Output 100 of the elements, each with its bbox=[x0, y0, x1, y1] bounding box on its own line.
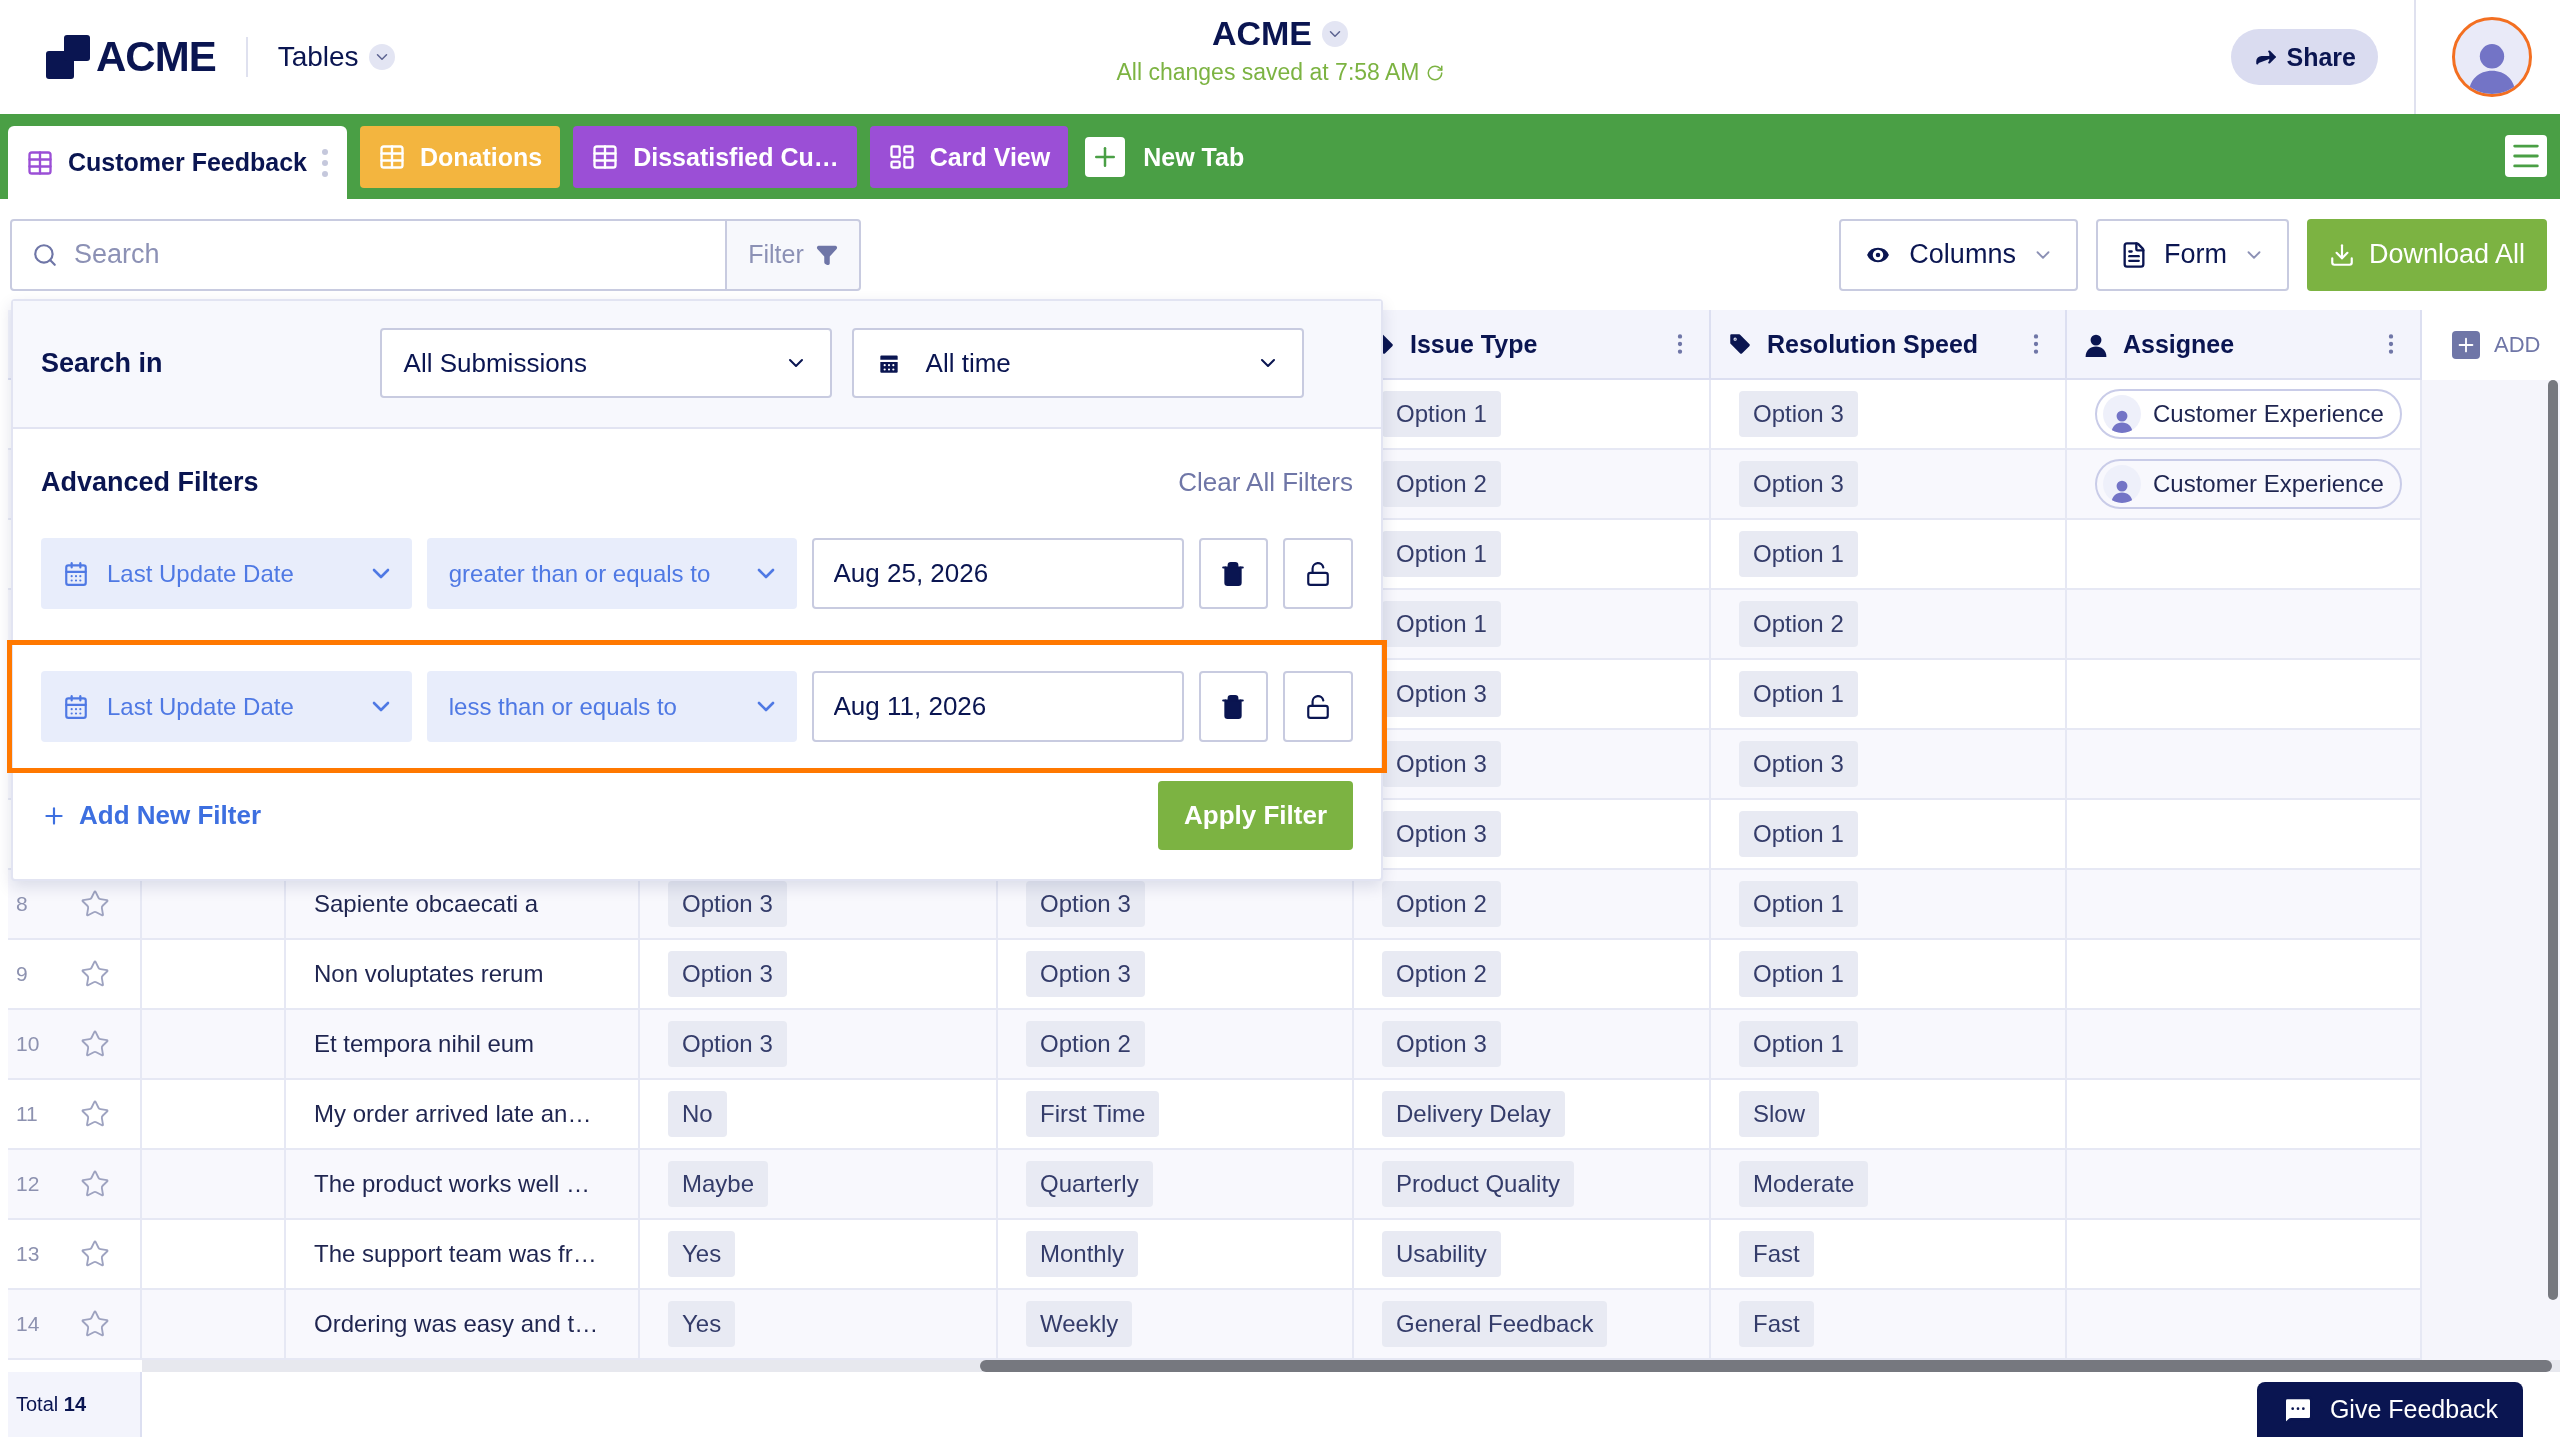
table-cell: Et tempora nihil eum bbox=[314, 1030, 535, 1058]
column-header: Assignee bbox=[2123, 329, 2235, 359]
operator-select[interactable]: greater than or equals to bbox=[426, 538, 797, 609]
row-number: 9 bbox=[16, 962, 28, 986]
table-cell: Ordering was easy and t… bbox=[314, 1310, 599, 1338]
row-number: 11 bbox=[16, 1102, 38, 1126]
option-tag: Yes bbox=[668, 1231, 736, 1277]
option-tag: Weekly bbox=[1026, 1301, 1133, 1347]
option-tag: Option 1 bbox=[1382, 601, 1501, 647]
row-number: 8 bbox=[16, 892, 28, 916]
option-tag: Option 3 bbox=[1739, 461, 1858, 507]
save-status: All changes saved at 7:58 AM bbox=[1116, 59, 1420, 86]
star-icon[interactable] bbox=[79, 889, 110, 919]
date-field[interactable]: Aug 11, 2026 bbox=[811, 671, 1184, 742]
new-tab-button[interactable]: New Tab bbox=[1081, 126, 1245, 188]
option-tag: Option 3 bbox=[668, 951, 787, 997]
filter-button[interactable]: Filter bbox=[727, 218, 861, 291]
option-tag: Maybe bbox=[668, 1161, 769, 1207]
star-icon[interactable] bbox=[79, 1099, 110, 1129]
option-tag: Option 1 bbox=[1739, 951, 1858, 997]
columns-button[interactable]: Columns bbox=[1839, 218, 2078, 291]
option-tag: Slow bbox=[1739, 1091, 1820, 1137]
total-count: Total 14 bbox=[16, 1393, 87, 1416]
tables-menu[interactable]: Tables bbox=[277, 41, 359, 73]
unlock-icon bbox=[1305, 560, 1332, 587]
option-tag: Usability bbox=[1382, 1231, 1501, 1277]
row-number: 10 bbox=[16, 1032, 40, 1056]
vertical-scrollbar[interactable] bbox=[2548, 380, 2558, 1300]
period-select[interactable]: All time bbox=[851, 328, 1304, 398]
funnel-icon bbox=[815, 243, 838, 266]
trash-icon bbox=[1220, 560, 1247, 587]
scope-select[interactable]: All Submissions bbox=[379, 328, 832, 398]
star-icon[interactable] bbox=[79, 959, 110, 989]
tab[interactable]: Card View bbox=[869, 126, 1069, 188]
assignee-chip: Customer Experience bbox=[2095, 389, 2402, 439]
star-icon[interactable] bbox=[79, 1169, 110, 1199]
option-tag: Option 3 bbox=[1382, 741, 1501, 787]
option-tag: Yes bbox=[668, 1301, 736, 1347]
download-icon bbox=[2328, 241, 2355, 268]
refresh-icon bbox=[1425, 63, 1444, 82]
drag-handle-icon[interactable] bbox=[320, 147, 329, 178]
option-tag: Option 3 bbox=[1382, 1021, 1501, 1067]
option-tag: Option 3 bbox=[1739, 391, 1858, 437]
table-icon bbox=[377, 143, 406, 171]
option-tag: Option 1 bbox=[1739, 531, 1858, 577]
form-button[interactable]: Form bbox=[2095, 218, 2289, 291]
field-select[interactable]: Last Update Date bbox=[41, 671, 412, 742]
option-tag: Option 2 bbox=[1382, 951, 1501, 997]
star-icon[interactable] bbox=[79, 1309, 110, 1339]
tab[interactable]: Customer Feedback bbox=[8, 126, 347, 199]
option-tag: Option 3 bbox=[1739, 741, 1858, 787]
form-title: ACME bbox=[1211, 14, 1313, 53]
operator-select[interactable]: less than or equals to bbox=[426, 671, 797, 742]
delete-button[interactable] bbox=[1198, 671, 1269, 742]
option-tag: Fast bbox=[1739, 1231, 1814, 1277]
search-icon bbox=[32, 241, 58, 268]
lock-button[interactable] bbox=[1283, 671, 1353, 742]
tab[interactable]: Dissatisfied Cu… bbox=[573, 126, 857, 188]
option-tag: Option 2 bbox=[1026, 1021, 1145, 1067]
star-icon[interactable] bbox=[79, 1029, 110, 1059]
plus-icon bbox=[2452, 331, 2480, 359]
unlock-icon bbox=[1305, 693, 1332, 720]
option-tag: Quarterly bbox=[1026, 1161, 1153, 1207]
clear-all-filters-link[interactable]: Clear All Filters bbox=[1178, 466, 1353, 498]
option-tag: Option 3 bbox=[1026, 951, 1145, 997]
horizontal-scrollbar[interactable] bbox=[142, 1360, 2560, 1372]
share-button[interactable]: Share bbox=[2230, 29, 2378, 85]
menu-icon[interactable] bbox=[2505, 135, 2547, 177]
chevron-icon[interactable] bbox=[1322, 20, 1349, 47]
date-field[interactable]: Aug 25, 2026 bbox=[811, 538, 1184, 609]
table-cell: The support team was fr… bbox=[314, 1240, 597, 1268]
plus-icon bbox=[1085, 137, 1126, 177]
star-icon[interactable] bbox=[79, 1239, 110, 1269]
option-tag: No bbox=[668, 1091, 727, 1137]
chevron-icon[interactable] bbox=[368, 44, 395, 70]
chevron-icon bbox=[756, 701, 775, 712]
lock-button[interactable] bbox=[1283, 538, 1353, 609]
option-tag: Delivery Delay bbox=[1382, 1091, 1565, 1137]
option-tag: Option 1 bbox=[1739, 671, 1858, 717]
option-tag: Product Quality bbox=[1382, 1161, 1575, 1207]
option-tag: Option 3 bbox=[668, 1021, 787, 1067]
give-feedback-button[interactable]: Give Feedback bbox=[2257, 1382, 2523, 1437]
chevron-icon bbox=[371, 568, 390, 579]
trash-icon bbox=[1220, 693, 1247, 720]
option-tag: Option 1 bbox=[1382, 391, 1501, 437]
option-tag: Option 3 bbox=[668, 881, 787, 927]
row-number: 13 bbox=[16, 1242, 40, 1266]
delete-button[interactable] bbox=[1198, 538, 1269, 609]
assignee-chip: Customer Experience bbox=[2095, 459, 2402, 509]
search-bar[interactable]: Search bbox=[10, 218, 727, 291]
add-new-filter-link[interactable]: Add New Filter bbox=[41, 800, 261, 831]
apply-filter-button[interactable]: Apply Filter bbox=[1158, 781, 1353, 850]
option-tag: Option 2 bbox=[1739, 601, 1858, 647]
option-tag: Moderate bbox=[1739, 1161, 1869, 1207]
table-cell: Non voluptates rerum bbox=[314, 960, 544, 988]
field-select[interactable]: Last Update Date bbox=[41, 538, 412, 609]
option-tag: Option 1 bbox=[1739, 811, 1858, 857]
advanced-filters-title: Advanced Filters bbox=[41, 466, 259, 498]
column-header: Issue Type bbox=[1410, 329, 1538, 359]
download-all-button[interactable]: Download All bbox=[2306, 218, 2547, 291]
